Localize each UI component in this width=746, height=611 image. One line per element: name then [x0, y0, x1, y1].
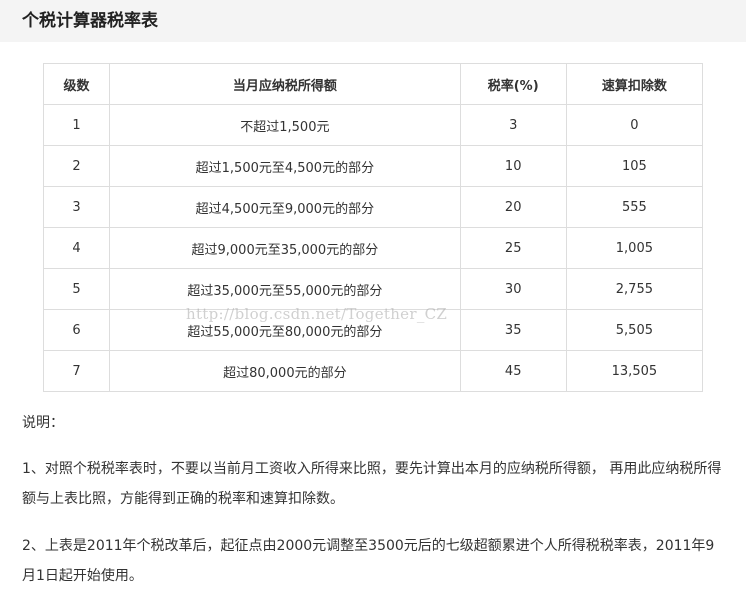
table-row: 7 超过80,000元的部分 45 13,505	[42, 350, 704, 392]
cell-level: 3	[42, 186, 111, 228]
page-title: 个税计算器税率表	[22, 11, 158, 31]
cell-rate: 45	[459, 350, 567, 392]
cell-deduction: 555	[565, 186, 704, 228]
cell-rate: 25	[459, 227, 567, 269]
note-paragraph-1: 1、对照个税税率表时，不要以当前月工资收入所得来比照，要先计算出本月的应纳税所得…	[22, 461, 722, 507]
cell-range: 超过1,500元至4,500元的部分	[109, 145, 461, 187]
cell-rate: 35	[459, 309, 567, 351]
cell-deduction: 2,755	[565, 268, 704, 310]
notes-label: 说明：	[22, 415, 64, 431]
table-row: 6 超过55,000元至80,000元的部分 35 5,505	[42, 309, 704, 351]
tax-rate-table: 级数 当月应纳税所得额 税率(%) 速算扣除数 1 不超过1,500元 3 0 …	[42, 63, 704, 392]
cell-deduction: 5,505	[565, 309, 704, 351]
table-row: 4 超过9,000元至35,000元的部分 25 1,005	[42, 227, 704, 269]
table-row: 5 超过35,000元至55,000元的部分 30 2,755	[42, 268, 704, 310]
table-row: 2 超过1,500元至4,500元的部分 10 105	[42, 145, 704, 187]
cell-rate: 20	[459, 186, 567, 228]
cell-range: 超过80,000元的部分	[109, 350, 461, 392]
cell-level: 5	[42, 268, 111, 310]
cell-level: 2	[42, 145, 111, 187]
cell-deduction: 0	[565, 104, 704, 146]
title-bar: 个税计算器税率表	[0, 0, 746, 42]
cell-range: 超过35,000元至55,000元的部分	[109, 268, 461, 310]
cell-range: 超过9,000元至35,000元的部分	[109, 227, 461, 269]
header-tax-rate: 税率(%)	[459, 63, 567, 105]
cell-deduction: 1,005	[565, 227, 704, 269]
cell-rate: 10	[459, 145, 567, 187]
header-quick-deduction: 速算扣除数	[565, 63, 704, 105]
table-row: 1 不超过1,500元 3 0	[42, 104, 704, 146]
cell-range: 超过4,500元至9,000元的部分	[109, 186, 461, 228]
cell-deduction: 105	[565, 145, 704, 187]
note-paragraph-2: 2、上表是2011年个税改革后，起征点由2000元调整至3500元后的七级超额累…	[22, 538, 715, 584]
cell-level: 4	[42, 227, 111, 269]
cell-level: 7	[42, 350, 111, 392]
cell-rate: 3	[459, 104, 567, 146]
cell-level: 1	[42, 104, 111, 146]
header-level: 级数	[42, 63, 111, 105]
table-row: 3 超过4,500元至9,000元的部分 20 555	[42, 186, 704, 228]
cell-range: 不超过1,500元	[109, 104, 461, 146]
header-taxable-income: 当月应纳税所得额	[109, 63, 461, 105]
cell-level: 6	[42, 309, 111, 351]
cell-rate: 30	[459, 268, 567, 310]
cell-range: 超过55,000元至80,000元的部分	[109, 309, 461, 351]
cell-deduction: 13,505	[565, 350, 704, 392]
table-header-row: 级数 当月应纳税所得额 税率(%) 速算扣除数	[42, 63, 704, 105]
